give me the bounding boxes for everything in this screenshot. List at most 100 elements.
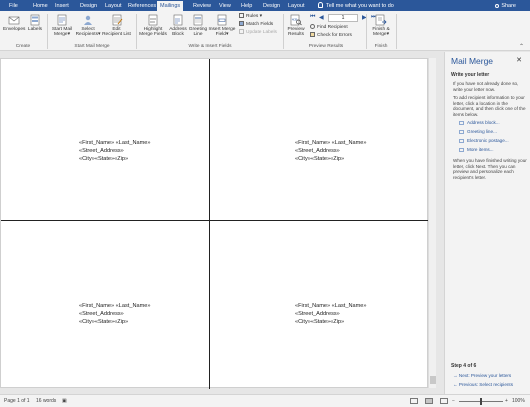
tell-me-box[interactable]: Tell me what you want to do	[318, 1, 394, 11]
ribbon-mailings: Envelopes Labels Create Start Mail Merge…	[0, 11, 530, 51]
finish-merge-button[interactable]: Finish & Merge▾	[368, 14, 394, 37]
merge-city-field: «City»«State»«Zip»	[295, 319, 345, 325]
insert-merge-field-button[interactable]: Insert Merge Field▾	[208, 14, 236, 37]
tab-references-5[interactable]: References	[125, 1, 159, 11]
document-page[interactable]: «First_Name» «Last_Name» «Street_Address…	[0, 58, 429, 389]
vertical-scrollbar[interactable]	[428, 58, 436, 388]
insert-field-icon	[217, 14, 227, 26]
zoom-slider-thumb[interactable]	[480, 398, 482, 405]
page-count[interactable]: Page 1 of 1	[4, 398, 30, 404]
preview-results-icon: «»	[290, 14, 302, 26]
merge-city-field: «City»«State»«Zip»	[79, 319, 129, 325]
envelopes-label: Envelopes	[3, 27, 26, 32]
update-labels-label: Update Labels	[246, 30, 277, 35]
pane-title: Mail Merge	[451, 56, 494, 66]
check-for-errors-label: Check for Errors	[317, 33, 352, 38]
zoom-level[interactable]: 100%	[512, 398, 525, 404]
lightbulb-icon	[318, 2, 323, 8]
more-items-link[interactable]: More items...	[459, 147, 494, 152]
match-fields-icon	[239, 21, 244, 26]
mail-label-1[interactable]: «First_Name» «Last_Name» «Street_Address…	[79, 139, 151, 163]
update-labels-button[interactable]: Update Labels	[239, 29, 277, 36]
select-recipients-button[interactable]: Select Recipients▾	[75, 14, 101, 37]
label-gridline-vertical	[209, 59, 210, 389]
zoom-in-icon[interactable]: +	[505, 398, 508, 404]
edit-recipient-list-button[interactable]: Edit Recipient List	[101, 14, 132, 37]
tab-view-8[interactable]: View	[216, 1, 234, 11]
next-step-link[interactable]: → Next: Preview your letters	[453, 373, 511, 378]
label-gridline-horizontal	[1, 220, 429, 221]
electronic-postage-link-label: Electronic postage...	[467, 138, 509, 143]
greeting-line-button[interactable]: Greeting Line	[187, 14, 209, 37]
labels-icon	[30, 14, 40, 26]
next-step-label: Next: Preview your letters	[458, 373, 512, 378]
finish-merge-label-2: Merge	[372, 32, 387, 37]
tab-layout-11[interactable]: Layout	[285, 1, 308, 11]
document-merge-icon	[57, 14, 67, 26]
step-indicator: Step 4 of 6	[451, 363, 477, 369]
first-record-icon[interactable]: ⏮	[310, 14, 315, 21]
rules-button[interactable]: Rules ▾	[239, 13, 262, 20]
dropdown-arrow-icon: ▾	[258, 14, 263, 19]
mail-label-3[interactable]: «First_Name» «Last_Name» «Street_Address…	[79, 302, 151, 326]
find-recipient-label: Find Recipient	[317, 25, 348, 30]
tab-help-9[interactable]: Help	[238, 1, 255, 11]
dropdown-arrow-icon: ▾	[386, 32, 390, 37]
pane-paragraph-1: If you have not already done so, write y…	[453, 81, 519, 92]
address-block-icon	[173, 14, 183, 26]
greeting-line-label-2: Line	[193, 32, 203, 37]
svg-text:«»: «»	[292, 17, 298, 23]
find-icon	[310, 24, 315, 29]
group-start-mail-merge-label: Start Mail Merge	[74, 44, 110, 49]
separator	[396, 14, 397, 49]
tab-file-0[interactable]: File	[6, 1, 21, 11]
postage-icon	[459, 139, 464, 143]
separator	[366, 14, 367, 49]
envelopes-button[interactable]: Envelopes	[3, 14, 25, 32]
electronic-postage-link[interactable]: Electronic postage...	[459, 138, 509, 143]
separator	[136, 14, 137, 49]
tab-design-3[interactable]: Design	[77, 1, 100, 11]
start-mail-merge-label-2: Merge	[53, 32, 68, 37]
address-block-link-label: Address block...	[467, 120, 500, 125]
share-button[interactable]: Share	[495, 1, 516, 11]
tab-review-7[interactable]: Review	[190, 1, 214, 11]
close-icon[interactable]: ✕	[516, 56, 522, 64]
start-mail-merge-button[interactable]: Start Mail Merge▾	[50, 14, 74, 37]
read-mode-icon[interactable]	[410, 398, 418, 404]
proofing-icon[interactable]: ▣	[62, 398, 67, 404]
more-items-icon	[459, 148, 464, 152]
address-block-link[interactable]: Address block...	[459, 120, 500, 125]
record-number-input[interactable]: 1	[328, 14, 358, 22]
preview-results-button[interactable]: «» Preview Results	[285, 14, 307, 37]
labels-button[interactable]: Labels	[27, 14, 43, 32]
merge-address-field: «Street_Address»	[295, 311, 340, 317]
check-for-errors-button[interactable]: Check for Errors	[310, 32, 352, 39]
tab-insert-2[interactable]: Insert	[52, 1, 72, 11]
merge-address-field: «Street_Address»	[295, 148, 340, 154]
web-layout-icon[interactable]	[440, 398, 448, 404]
select-recipients-label-2: Recipients	[75, 32, 98, 37]
scrollbar-thumb[interactable]	[430, 376, 436, 384]
previous-step-link[interactable]: ← Previous: Select recipients	[453, 382, 513, 387]
greeting-line-icon	[193, 14, 203, 26]
tab-layout-4[interactable]: Layout	[102, 1, 125, 11]
zoom-out-icon[interactable]: −	[452, 398, 455, 404]
pane-heading: Write your letter	[451, 72, 490, 78]
tab-design-10[interactable]: Design	[260, 1, 283, 11]
merge-city-field: «City»«State»«Zip»	[79, 156, 129, 162]
tab-mailings-6[interactable]: Mailings	[157, 1, 184, 11]
tab-home-1[interactable]: Home	[30, 1, 51, 11]
word-count[interactable]: 16 words	[36, 398, 56, 404]
print-layout-icon[interactable]	[425, 398, 433, 404]
address-block-button[interactable]: Address Block	[168, 14, 188, 37]
mail-label-2[interactable]: «First_Name» «Last_Name» «Street_Address…	[295, 139, 367, 163]
greeting-line-link[interactable]: Greeting line...	[459, 129, 497, 134]
match-fields-button[interactable]: Match Fields	[239, 21, 273, 28]
collapse-ribbon-icon[interactable]: ⌃	[519, 43, 524, 50]
mail-label-4[interactable]: «First_Name» «Last_Name» «Street_Address…	[295, 302, 367, 326]
find-recipient-button[interactable]: Find Recipient	[310, 24, 348, 31]
highlight-merge-fields-button[interactable]: Highlight Merge Fields	[138, 14, 168, 37]
ribbon-tab-bar: File Home Insert Design Layout References Mail…	[0, 0, 530, 11]
previous-record-icon[interactable]: ◀	[319, 14, 324, 21]
